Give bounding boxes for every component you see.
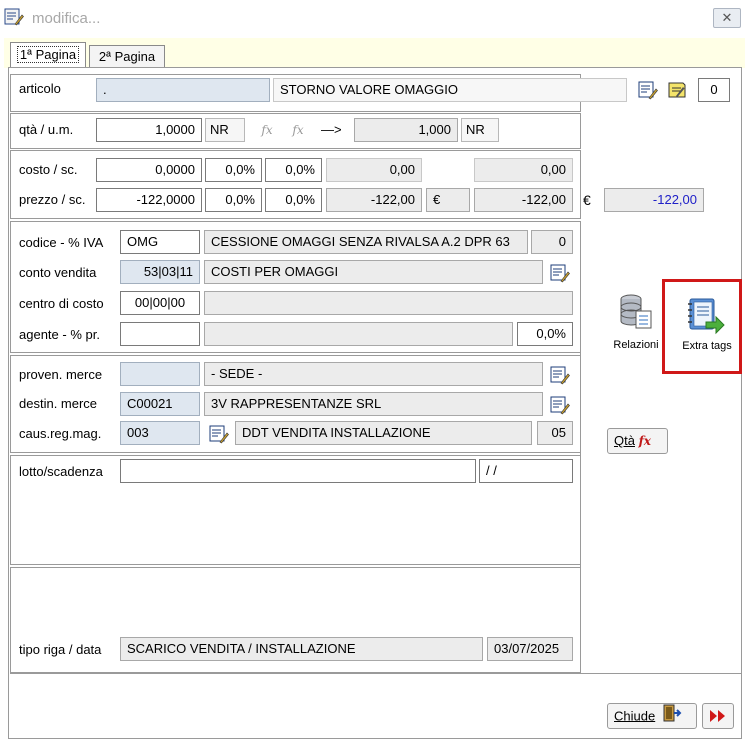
qta-fx-button[interactable]: Qtà fx xyxy=(607,428,668,454)
prezzo-input[interactable]: -122,0000 xyxy=(96,188,202,212)
caus-reg-mag-num: 05 xyxy=(537,421,573,445)
caus-reg-mag-description: DDT VENDITA INSTALLAZIONE xyxy=(235,421,532,445)
conto-vendita-label: conto vendita xyxy=(19,265,97,280)
costo-discount-1[interactable]: 0,0% xyxy=(205,158,262,182)
articolo-code-field[interactable]: . xyxy=(96,78,270,102)
proven-merce-code[interactable] xyxy=(120,362,200,386)
caus-reg-mag-code[interactable]: 003 xyxy=(120,421,200,445)
notes-icon[interactable] xyxy=(666,79,688,101)
chiude-label: Chiude xyxy=(614,708,656,724)
footer-divider xyxy=(10,673,742,674)
converted-quantity-field: 1,000 xyxy=(354,118,458,142)
quantity-unit: NR xyxy=(205,118,245,142)
quantity-label: qtà / u.m. xyxy=(19,122,74,137)
articolo-count-field: 0 xyxy=(698,78,730,102)
prezzo-total: -122,00 xyxy=(326,188,422,212)
centro-costo-description xyxy=(204,291,573,315)
edit-conto-vendita-icon[interactable] xyxy=(549,262,571,284)
iva-label: codice - % IVA xyxy=(19,235,104,250)
chiude-button[interactable]: Chiude xyxy=(607,703,697,729)
edit-destin-merce-icon[interactable] xyxy=(549,394,571,416)
tab-pagina-2[interactable]: 2ª Pagina xyxy=(89,45,165,68)
prezzo-currency-1: € xyxy=(426,188,470,212)
edit-articolo-icon[interactable] xyxy=(637,79,659,101)
costo-input[interactable]: 0,0000 xyxy=(96,158,202,182)
centro-costo-code[interactable]: 00|00|00 xyxy=(120,291,200,315)
fx-quantity-icon[interactable]: fx xyxy=(256,120,278,142)
centro-costo-label: centro di costo xyxy=(19,296,104,311)
conto-vendita-description: COSTI PER OMAGGI xyxy=(204,260,543,284)
next-button[interactable] xyxy=(702,703,734,729)
prezzo-discount-1[interactable]: 0,0% xyxy=(205,188,262,212)
extra-tags-highlight-box xyxy=(662,279,742,374)
costo-discount-2[interactable]: 0,0% xyxy=(265,158,322,182)
agente-percent[interactable]: 0,0% xyxy=(517,322,573,346)
proven-merce-description: - SEDE - xyxy=(204,362,543,386)
edit-proven-merce-icon[interactable] xyxy=(549,364,571,386)
tipo-riga-label: tipo riga / data xyxy=(19,642,102,657)
converted-unit: NR xyxy=(461,118,499,142)
destin-merce-code[interactable]: C00021 xyxy=(120,392,200,416)
qta-fx-icon: fx xyxy=(638,434,651,448)
proven-merce-label: proven. merce xyxy=(19,367,103,382)
scadenza-input[interactable]: / / xyxy=(479,459,573,483)
prezzo-currency-2: € xyxy=(583,192,591,208)
database-icon xyxy=(618,293,654,334)
qta-button-label: Qtà xyxy=(614,433,635,448)
prezzo-total-2: -122,00 xyxy=(474,188,573,212)
articolo-label: articolo xyxy=(19,81,61,96)
agente-code[interactable] xyxy=(120,322,200,346)
conto-vendita-code[interactable]: 53|03|11 xyxy=(120,260,200,284)
lotto-input[interactable] xyxy=(120,459,476,483)
costo-label: costo / sc. xyxy=(19,162,78,177)
window-title: modifica... xyxy=(32,10,101,27)
agente-label: agente - % pr. xyxy=(19,327,100,342)
caus-reg-mag-label: caus.reg.mag. xyxy=(19,426,102,441)
title-bar xyxy=(0,0,747,36)
conversion-arrow: —> xyxy=(321,122,342,137)
costo-total-2: 0,00 xyxy=(474,158,573,182)
fx-conversion-icon[interactable]: fx xyxy=(287,120,309,142)
tab-pagina-1-label: 1ª Pagina xyxy=(16,46,80,63)
prezzo-label: prezzo / sc. xyxy=(19,192,86,207)
exit-door-icon xyxy=(662,704,682,730)
prezzo-total-3: -122,00 xyxy=(604,188,704,212)
destin-merce-label: destin. merce xyxy=(19,396,98,411)
lotto-label: lotto/scadenza xyxy=(19,464,103,479)
tipo-riga-field: SCARICO VENDITA / INSTALLAZIONE xyxy=(120,637,483,661)
articolo-description-field: STORNO VALORE OMAGGIO xyxy=(273,78,627,102)
iva-description: CESSIONE OMAGGI SENZA RIVALSA A.2 DPR 63 xyxy=(204,230,528,254)
relazioni-button[interactable]: Relazioni xyxy=(608,293,664,353)
edit-window-icon xyxy=(4,8,24,26)
quantity-input[interactable]: 1,0000 xyxy=(96,118,202,142)
data-field: 03/07/2025 xyxy=(487,637,573,661)
costo-total: 0,00 xyxy=(326,158,422,182)
agente-description xyxy=(204,322,513,346)
iva-percent: 0 xyxy=(531,230,573,254)
close-window-button[interactable]: ✕ xyxy=(713,8,741,28)
relazioni-label: Relazioni xyxy=(613,339,659,351)
tab-pagina-1[interactable]: 1ª Pagina xyxy=(10,42,86,68)
iva-code-input[interactable]: OMG xyxy=(120,230,200,254)
destin-merce-description: 3V RAPPRESENTANZE SRL xyxy=(204,392,543,416)
side-divider xyxy=(580,221,581,673)
edit-caus-reg-mag-icon[interactable] xyxy=(208,423,230,445)
prezzo-discount-2[interactable]: 0,0% xyxy=(265,188,322,212)
double-arrow-right-icon xyxy=(703,708,733,732)
